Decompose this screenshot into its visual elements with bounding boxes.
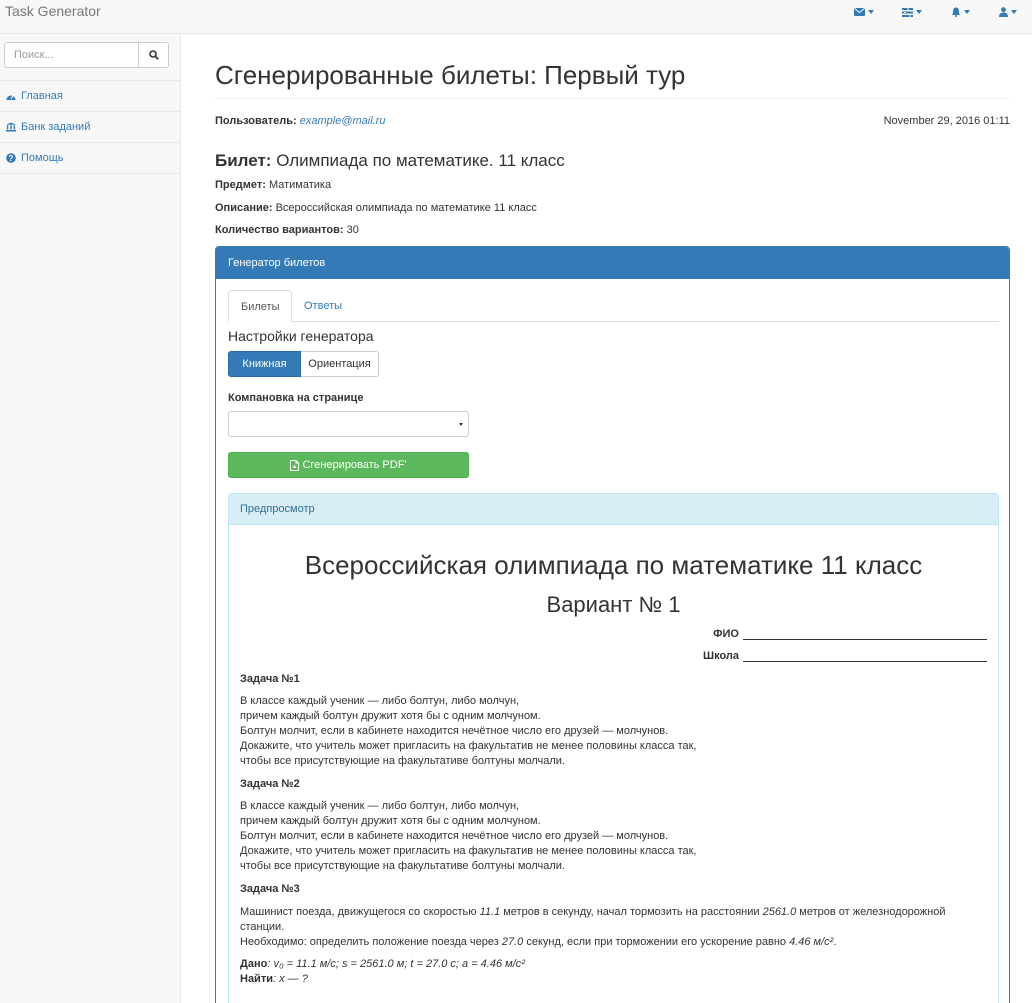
school-line xyxy=(743,652,987,662)
envelope-icon xyxy=(854,8,865,16)
task-line: Болтун молчит, если в кабинете находится… xyxy=(240,830,669,842)
sidebar-item-task-bank[interactable]: Банк заданий xyxy=(0,112,181,143)
page-title: Сгенерированные билеты: Первый тур xyxy=(215,60,686,90)
sidebar-item-home[interactable]: Главная xyxy=(0,81,181,112)
task-line: Болтун молчит, если в кабинете находится… xyxy=(240,725,669,737)
task-3-heading: Задача №3 xyxy=(240,883,300,895)
chevron-down-icon xyxy=(459,423,463,426)
ticket-label: Билет: xyxy=(215,151,272,170)
ticket-heading: Билет: Олимпиада по математике. 11 класс xyxy=(215,151,565,171)
subject-label: Предмет: xyxy=(215,179,266,191)
fio-line xyxy=(743,630,987,640)
task-line: Докажите, что учитель может пригласить н… xyxy=(240,740,697,752)
sidebar-item-label: Главная xyxy=(21,90,63,102)
generate-pdf-label: Сгенерировать PDF' xyxy=(302,459,407,471)
subject-line: Предмет: Матиматика xyxy=(215,179,331,191)
task-3-body: Машинист поезда, движущегося со скорость… xyxy=(240,905,987,950)
caret-down-icon xyxy=(963,10,970,14)
user-label: Пользователь: xyxy=(215,115,297,127)
tasks-dropdown[interactable] xyxy=(888,0,936,24)
fio-field: ФИО xyxy=(713,628,987,640)
doc-title: Всероссийская олимпиада по математике 11… xyxy=(304,550,923,580)
layout-label: Компановка на странице xyxy=(228,392,364,404)
variants-line: Количество вариантов: 30 xyxy=(215,224,359,236)
orientation-button[interactable]: Ориентация xyxy=(301,351,379,377)
navbar-icons xyxy=(840,0,1032,24)
task-line: Докажите, что учитель может пригласить н… xyxy=(240,845,697,857)
caret-down-icon xyxy=(868,10,874,14)
description-label: Описание: xyxy=(215,202,273,214)
ticket-value: Олимпиада по математике. 11 класс xyxy=(276,151,565,170)
fio-label: ФИО xyxy=(713,628,739,640)
user-email-link[interactable]: example@mail.ru xyxy=(300,115,386,127)
task-line: причем каждый болтун дружит хотя бы с од… xyxy=(240,815,541,827)
school-field: Школа xyxy=(703,650,987,662)
task-1-heading: Задача №1 xyxy=(240,673,300,685)
task-line: В классе каждый ученик — либо болтун, ли… xyxy=(240,695,520,707)
search-button[interactable] xyxy=(139,42,169,68)
messages-dropdown[interactable] xyxy=(840,0,888,24)
sidebar-item-help[interactable]: ? Помощь xyxy=(0,143,181,174)
preview-panel: Предпросмотр Всероссийская олимпиада по … xyxy=(228,493,999,1003)
orientation-toggle: Книжная Ориентация xyxy=(228,351,379,377)
task-line: Машинист поезда, движущегося со скорость… xyxy=(240,906,946,918)
brand[interactable]: Task Generator xyxy=(5,3,101,19)
sidebar-menu: Главная Банк заданий ? Помощь xyxy=(0,80,181,174)
sidebar-item-label: Банк заданий xyxy=(21,121,91,133)
question-icon: ? xyxy=(6,153,16,163)
generator-panel: Генератор билетов Билеты Ответы Настройк… xyxy=(215,246,1010,1003)
tasks-icon xyxy=(902,7,913,17)
task-line: В классе каждый ученик — либо болтун, ли… xyxy=(240,800,520,812)
user-dropdown[interactable] xyxy=(984,0,1032,24)
caret-down-icon xyxy=(1011,10,1017,14)
task-line: чтобы все присутствующие на факультативе… xyxy=(240,755,565,767)
timestamp: November 29, 2016 01:11 xyxy=(883,115,1010,127)
find-line: Найти: x — ? xyxy=(240,973,308,985)
description-value: Всероссийская олимпиада по математике 11… xyxy=(275,202,537,214)
layout-select[interactable] xyxy=(228,411,469,437)
subject-value: Матиматика xyxy=(268,179,332,191)
tab-tickets[interactable]: Билеты xyxy=(228,290,293,323)
alerts-dropdown[interactable] xyxy=(936,0,984,24)
caret-down-icon xyxy=(916,10,922,14)
orientation-portrait-button[interactable]: Книжная xyxy=(228,351,301,377)
task-line: причем каждый болтун дружит хотя бы с од… xyxy=(240,710,541,722)
sidebar: Главная Банк заданий ? Помощь xyxy=(0,34,181,1003)
dashboard-icon xyxy=(6,92,16,101)
divider xyxy=(215,98,1010,99)
variants-value: 30 xyxy=(346,224,359,236)
task-line: Необходимо: определить положение поезда … xyxy=(240,936,837,948)
preview-title: Предпросмотр xyxy=(229,494,998,525)
tabs: Билеты Ответы xyxy=(228,290,999,323)
settings-title: Настройки генератора xyxy=(228,328,374,344)
sidebar-search xyxy=(4,42,169,68)
generate-pdf-button[interactable]: Сгенерировать PDF' xyxy=(228,452,469,478)
file-pdf-icon xyxy=(290,459,300,471)
task-2-body: В классе каждый ученик — либо болтун, ли… xyxy=(240,799,987,874)
user-info: Пользователь: example@mail.ru xyxy=(215,115,385,127)
task-1-body: В классе каждый ученик — либо болтун, ли… xyxy=(240,694,987,769)
search-input[interactable] xyxy=(4,42,139,68)
task-3-given-find: Дано: v₀ = 11.1 м/с; s = 2561.0 м; t = 2… xyxy=(240,957,987,987)
description-line: Описание: Всероссийская олимпиада по мат… xyxy=(215,202,537,214)
given-line: Дано: v₀ = 11.1 м/с; s = 2561.0 м; t = 2… xyxy=(240,958,525,970)
search-icon xyxy=(148,50,159,60)
user-icon xyxy=(999,7,1008,17)
panel-title: Генератор билетов xyxy=(216,247,1009,279)
sidebar-item-label: Помощь xyxy=(21,152,64,164)
bell-icon xyxy=(951,7,960,17)
bank-icon xyxy=(6,122,16,132)
school-label: Школа xyxy=(703,650,739,662)
task-line: станции. xyxy=(240,921,285,933)
task-line: чтобы все присутствующие на факультативе… xyxy=(240,860,565,872)
tab-answers[interactable]: Ответы xyxy=(292,290,354,322)
variants-label: Количество вариантов: xyxy=(215,224,344,236)
doc-variant: Вариант № 1 xyxy=(546,592,681,617)
task-2-heading: Задача №2 xyxy=(240,778,300,790)
svg-text:?: ? xyxy=(9,154,14,163)
top-navbar: Task Generator xyxy=(0,0,1032,34)
